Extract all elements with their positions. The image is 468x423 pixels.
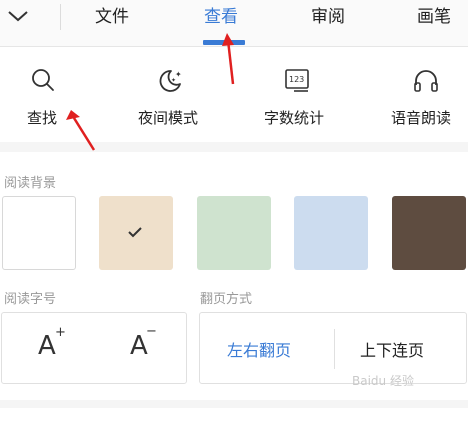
top-tab-bar: 文件 查看 审阅 画笔 [0,0,468,47]
check-icon [128,227,142,238]
read-aloud-button[interactable]: 语音朗读 [380,47,468,142]
word-count-button[interactable]: 123 字数统计 [250,47,350,142]
reading-settings-panel: 阅读背景 阅读字号 翻页方式 A + A − 左右翻页 上下连页 [0,152,468,400]
tab-divider [60,4,61,30]
page-mode-controls: 左右翻页 上下连页 [199,312,467,384]
background-swatch-brown[interactable] [392,196,466,270]
background-swatch-beige[interactable] [99,196,173,270]
page-mode-horizontal[interactable]: 左右翻页 [227,337,291,361]
headphones-icon [414,70,438,92]
view-tools-row: 查找 ✦ ✦ 夜间模式 123 字数统计 语音朗读 [0,47,468,142]
page-mode-title: 翻页方式 [200,292,253,307]
tab-view[interactable]: 查看 [204,3,238,31]
read-aloud-label: 语音朗读 [391,109,452,127]
night-mode-icon: ✦ ✦ [159,70,182,92]
bottom-panel-strip [0,408,468,423]
font-increase-button[interactable]: A + [22,313,82,385]
night-mode-label: 夜间模式 [138,109,199,127]
font-increase-letter: A [38,331,56,361]
find-button[interactable]: 查找 [0,47,100,142]
font-size-controls: A + A − [1,312,187,384]
find-label: 查找 [27,109,58,127]
font-decrease-button[interactable]: A − [112,313,172,385]
page-mode-divider [334,329,335,369]
tab-file[interactable]: 文件 [95,3,129,31]
page-mode-vertical[interactable]: 上下连页 [360,337,424,361]
reading-background-title: 阅读背景 [4,176,57,191]
chevron-down-icon[interactable] [6,6,30,26]
word-count-label: 字数统计 [264,109,325,127]
background-swatch-blue[interactable] [294,196,368,270]
svg-text:123: 123 [289,75,304,84]
tab-review[interactable]: 审阅 [311,3,345,31]
word-count-icon: 123 [285,69,309,92]
baidu-watermark: Baidu 经验 [352,374,414,388]
minus-icon: − [146,324,157,339]
background-swatch-green[interactable] [197,196,271,270]
night-mode-button[interactable]: ✦ ✦ 夜间模式 [120,47,220,142]
plus-icon: + [55,325,66,340]
background-swatch-white[interactable] [2,196,76,270]
svg-text:✦: ✦ [175,70,182,79]
active-tab-indicator [203,40,245,45]
tab-pen[interactable]: 画笔 [417,3,451,31]
search-icon [32,69,54,91]
font-size-title: 阅读字号 [4,292,57,307]
svg-text:✦: ✦ [171,77,176,84]
